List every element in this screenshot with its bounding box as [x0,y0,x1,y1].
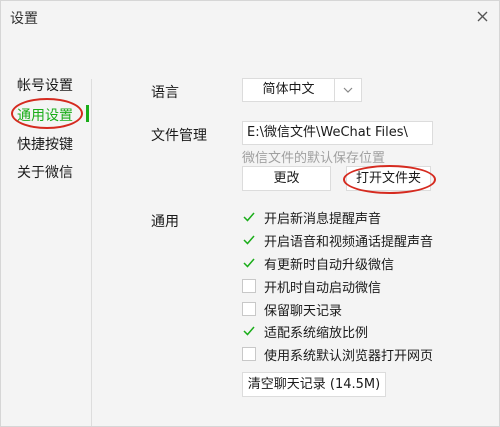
option-keep-chat-history[interactable]: 保留聊天记录 [242,300,343,319]
settings-window: 设置 帐号设置 通用设置 快捷按键 关于微信 语言 简体中文 文件管理 E:\微… [0,0,500,427]
option-label: 使用系统默认浏览器打开网页 [264,348,434,364]
sidebar-divider [91,79,92,426]
close-icon [477,11,487,21]
window-title: 设置 [10,11,38,27]
sidebar-active-indicator [86,105,89,122]
checkbox[interactable] [242,302,256,316]
close-button[interactable] [471,5,493,27]
option-auto-update[interactable]: 有更新时自动升级微信 [242,254,395,273]
sidebar-item-general-settings[interactable]: 通用设置 [17,105,73,125]
language-select-value: 简体中文 [243,79,335,101]
checkmark-icon [243,258,255,268]
language-select[interactable]: 简体中文 [242,78,362,102]
file-management-label: 文件管理 [151,128,207,144]
chevron-down-icon [343,87,353,93]
option-system-scaling[interactable]: 适配系统缩放比例 [242,322,369,341]
checkbox[interactable] [242,210,256,224]
file-path-hint: 微信文件的默认保存位置 [242,151,386,166]
checkbox[interactable] [242,324,256,338]
title-bar: 设置 [1,1,499,33]
option-label: 开启新消息提醒声音 [264,211,382,227]
option-default-browser[interactable]: 使用系统默认浏览器打开网页 [242,345,434,364]
clear-chat-history-button[interactable]: 清空聊天记录 (14.5M) [242,372,386,397]
language-label: 语言 [151,85,179,101]
sidebar-item-shortcut-keys[interactable]: 快捷按键 [17,134,73,154]
option-call-alert-sound[interactable]: 开启语音和视频通话提醒声音 [242,231,434,250]
change-button[interactable]: 更改 [242,166,331,191]
option-label: 适配系统缩放比例 [264,325,369,341]
checkbox[interactable] [242,279,256,293]
option-launch-at-startup[interactable]: 开机时自动启动微信 [242,277,382,296]
language-select-toggle[interactable] [335,79,361,101]
option-label: 开启语音和视频通话提醒声音 [264,234,434,250]
option-label: 有更新时自动升级微信 [264,257,395,273]
general-label: 通用 [151,214,179,230]
option-label: 保留聊天记录 [264,303,343,319]
open-folder-button[interactable]: 打开文件夹 [346,166,431,191]
checkbox[interactable] [242,256,256,270]
sidebar-item-account-settings[interactable]: 帐号设置 [17,75,73,95]
sidebar-item-about-wechat[interactable]: 关于微信 [17,162,73,182]
checkmark-icon [243,212,255,222]
checkmark-icon [243,235,255,245]
checkbox[interactable] [242,347,256,361]
option-new-message-sound[interactable]: 开启新消息提醒声音 [242,208,382,227]
file-path-field[interactable]: E:\微信文件\WeChat Files\ [242,121,433,145]
checkbox[interactable] [242,233,256,247]
option-label: 开机时自动启动微信 [264,280,382,296]
checkmark-icon [243,326,255,336]
